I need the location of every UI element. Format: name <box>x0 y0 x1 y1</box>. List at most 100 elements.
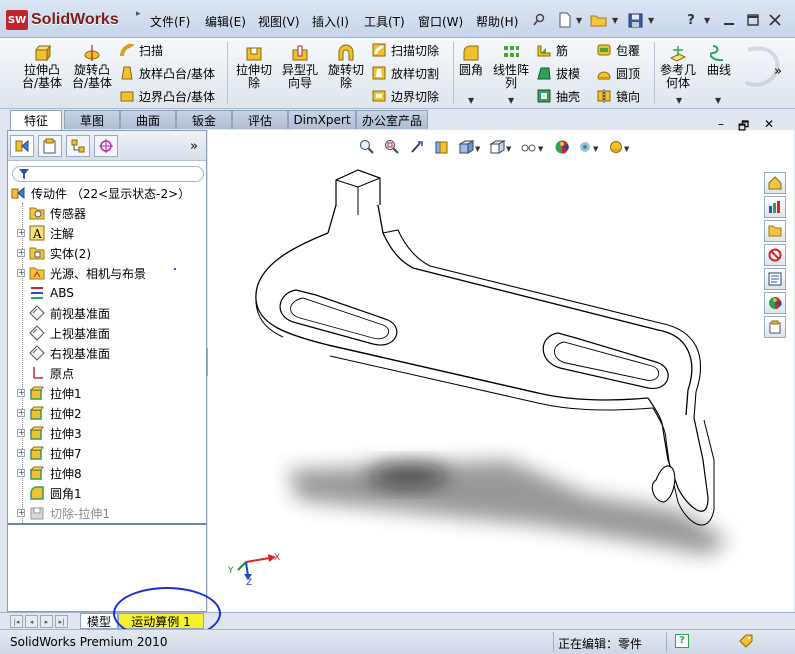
tree-item-right-plane[interactable]: 右视基准面 <box>8 343 206 363</box>
revolve-cut-button[interactable]: 旋转切除 <box>324 44 368 90</box>
menu-arrow-icon[interactable]: ▸ <box>136 9 144 31</box>
minimize-icon[interactable] <box>720 12 738 28</box>
menu-edit[interactable]: 编辑(E) <box>205 13 246 30</box>
expand-icon[interactable]: + <box>17 469 25 477</box>
dimxpert-manager-tab-icon[interactable] <box>94 135 118 157</box>
swept-cut-button[interactable]: 扫描切除 <box>371 41 439 59</box>
tree-item-extrude1[interactable]: + 拉伸1 <box>8 383 206 403</box>
linear-pattern-button[interactable]: 线性阵列 <box>490 44 532 90</box>
restore-icon[interactable] <box>744 12 762 28</box>
dome-button[interactable]: 圆顶 <box>596 64 640 82</box>
new-doc-icon[interactable] <box>556 12 574 28</box>
tab-evaluate[interactable]: 评估 <box>232 110 288 129</box>
tab-dimxpert[interactable]: DimXpert <box>288 110 356 129</box>
more-commands-icon[interactable]: » <box>774 64 782 79</box>
tree-item-fillet1[interactable]: 圆角1 <box>8 483 206 503</box>
help-status-icon[interactable]: ? <box>675 634 689 648</box>
tree-item-cut-extrude1[interactable]: + 切除-拉伸1 <box>8 503 206 523</box>
revolve-boss-button[interactable]: 旋转凸台/基体 <box>70 44 114 90</box>
apply-scene-icon[interactable]: ▼ <box>576 137 604 157</box>
hide-show-items-icon[interactable]: ▼ <box>518 137 548 157</box>
rollback-bar[interactable] <box>8 523 206 525</box>
extrude-boss-button[interactable]: 拉伸凸台/基体 <box>20 44 64 90</box>
tree-item-material[interactable]: ABS <box>8 283 206 303</box>
solidworks-logo[interactable]: SW SolidWorks <box>6 8 119 32</box>
wrap-button[interactable]: 包覆 <box>596 41 640 59</box>
menu-view[interactable]: 视图(V) <box>258 13 300 30</box>
view-orientation-icon[interactable]: ▼ <box>456 137 484 157</box>
expand-icon[interactable]: + <box>17 449 25 457</box>
solidworks-resources-icon[interactable] <box>764 172 786 194</box>
close-icon[interactable] <box>766 12 784 28</box>
ref-geometry-dropdown-icon[interactable]: ▼ <box>676 96 682 105</box>
tree-item-extrude8[interactable]: + 拉伸8 <box>8 463 206 483</box>
expand-icon[interactable]: + <box>17 429 25 437</box>
pin-icon[interactable] <box>530 12 548 28</box>
lofted-cut-button[interactable]: 放样切割 <box>371 64 439 82</box>
tree-root-part[interactable]: 传动件 （22<显示状态-2>） <box>8 183 206 203</box>
edit-appearance-icon[interactable] <box>551 137 573 157</box>
file-explorer-icon[interactable] <box>764 220 786 242</box>
open-dropdown-icon[interactable]: ▼ <box>612 16 618 25</box>
expand-icon[interactable]: + <box>17 229 25 237</box>
curves-dropdown-icon[interactable]: ▼ <box>715 96 721 105</box>
fillet-dropdown-icon[interactable]: ▼ <box>468 96 474 105</box>
pattern-dropdown-icon[interactable]: ▼ <box>508 96 514 105</box>
tree-item-origin[interactable]: 原点 <box>8 363 206 383</box>
menu-help[interactable]: 帮助(H) <box>476 13 518 30</box>
extrude-cut-button[interactable]: 拉伸切除 <box>232 44 276 90</box>
expand-icon[interactable]: + <box>17 409 25 417</box>
last-tab-icon[interactable]: ▸| <box>55 615 68 628</box>
fillet-button[interactable]: 圆角 <box>456 44 486 77</box>
tree-item-annotations[interactable]: + A 注解 <box>8 223 206 243</box>
graphics-area[interactable]: X Y Z <box>208 130 794 612</box>
menu-tools[interactable]: 工具(T) <box>364 13 405 30</box>
menu-window[interactable]: 窗口(W) <box>418 13 463 30</box>
zoom-to-area-icon[interactable] <box>381 137 403 157</box>
menu-file[interactable]: 文件(F) <box>150 13 190 30</box>
tree-item-extrude2[interactable]: + 拉伸2 <box>8 403 206 423</box>
previous-view-icon[interactable] <box>406 137 428 157</box>
panel-expand-icon[interactable]: » <box>190 139 198 154</box>
tab-sketch[interactable]: 草图 <box>64 110 120 129</box>
section-view-icon[interactable] <box>431 137 453 157</box>
sweep-button[interactable]: 扫描 <box>119 41 163 59</box>
hole-wizard-button[interactable]: 异型孔向导 <box>278 44 322 90</box>
next-tab-icon[interactable]: ▸ <box>40 615 53 628</box>
rib-button[interactable]: 筋 <box>536 41 568 59</box>
property-manager-tab-icon[interactable] <box>38 135 62 157</box>
configuration-manager-tab-icon[interactable] <box>66 135 90 157</box>
tree-item-top-plane[interactable]: 上视基准面 <box>8 323 206 343</box>
doc-close-icon[interactable]: ✕ <box>764 117 774 131</box>
help-icon[interactable]: ? <box>682 12 700 28</box>
expand-icon[interactable]: + <box>17 389 25 397</box>
prev-tab-icon[interactable]: ◂ <box>25 615 38 628</box>
mirror-button[interactable]: 镜向 <box>596 87 640 105</box>
tag-icon[interactable] <box>738 633 754 652</box>
tree-item-extrude3[interactable]: + 拉伸3 <box>8 423 206 443</box>
save-icon[interactable] <box>626 12 644 28</box>
tab-surfaces[interactable]: 曲面 <box>120 110 176 129</box>
expand-icon[interactable]: + <box>17 269 25 277</box>
zoom-to-fit-icon[interactable] <box>356 137 378 157</box>
doc-minimize-icon[interactable]: – <box>718 117 724 131</box>
search-results-icon[interactable] <box>764 268 786 290</box>
doc-restore-icon[interactable]: 🗗 <box>738 117 749 138</box>
boundary-boss-button[interactable]: 边界凸台/基体 <box>119 87 215 105</box>
draft-button[interactable]: 拔模 <box>536 64 580 82</box>
tree-item-lights-cameras[interactable]: + 光源、相机与布景 <box>8 263 206 283</box>
view-settings-icon[interactable]: ▼ <box>607 137 635 157</box>
curves-button[interactable]: 曲线 <box>704 44 734 77</box>
tree-item-solid-bodies[interactable]: + 实体(2) <box>8 243 206 263</box>
help-dropdown-icon[interactable]: ▼ <box>704 16 710 25</box>
first-tab-icon[interactable]: |◂ <box>10 615 23 628</box>
new-dropdown-icon[interactable]: ▼ <box>576 16 582 25</box>
menu-insert[interactable]: 插入(I) <box>312 13 349 30</box>
display-style-icon[interactable]: ▼ <box>487 137 515 157</box>
tree-item-front-plane[interactable]: 前视基准面 <box>8 303 206 323</box>
tree-item-sensors[interactable]: 传感器 <box>8 203 206 223</box>
appearances-icon[interactable] <box>764 292 786 314</box>
custom-properties-icon[interactable] <box>764 316 786 338</box>
loft-boss-button[interactable]: 放样凸台/基体 <box>119 64 215 82</box>
view-palette-icon[interactable] <box>764 244 786 266</box>
